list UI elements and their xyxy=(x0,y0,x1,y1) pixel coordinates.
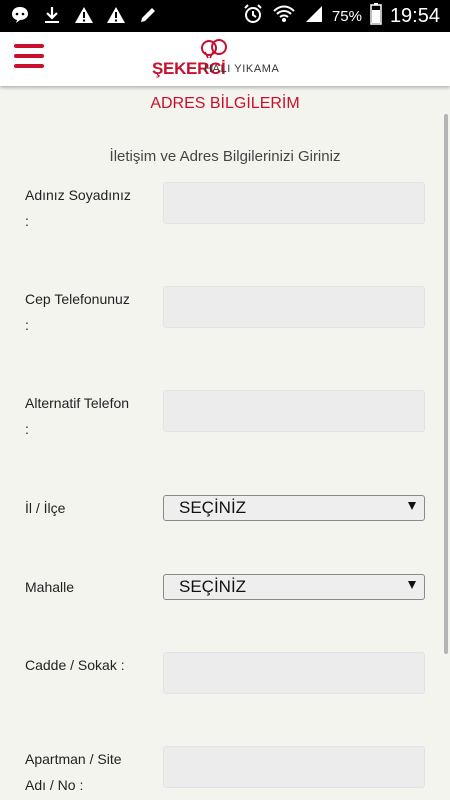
street-label: Cadde / Sokak : xyxy=(25,657,125,673)
download-icon xyxy=(42,5,62,25)
alt-phone-label-line2: : xyxy=(25,421,29,437)
page-title: ADRES BİLGİLERİM xyxy=(150,95,300,112)
brand-logo[interactable]: ŞEKERCİ HALI YIKAMA xyxy=(152,38,302,80)
status-bar: 75% 19:54 xyxy=(0,0,450,32)
apartment-input[interactable] xyxy=(163,746,425,788)
scrollbar[interactable] xyxy=(444,114,448,654)
apartment-label-line2: Adı / No : xyxy=(25,777,84,793)
warning-icon xyxy=(74,5,94,25)
street-input[interactable] xyxy=(163,652,425,694)
phone-label: Cep Telefonunuz : xyxy=(25,286,155,338)
name-input[interactable] xyxy=(163,182,425,224)
notification-icons xyxy=(10,5,158,25)
district-select-value: SEÇİNİZ xyxy=(179,577,247,596)
system-icons: 75% 19:54 xyxy=(242,3,440,30)
alt-phone-label-line1: Alternatif Telefon xyxy=(25,395,130,411)
city-label: İl / İlçe xyxy=(25,500,66,516)
clock: 19:54 xyxy=(389,5,440,27)
edit-icon xyxy=(138,5,158,25)
logo-mark-icon xyxy=(201,39,227,59)
alt-phone-input[interactable] xyxy=(163,390,425,432)
dropdown-arrow-icon xyxy=(408,502,416,510)
apartment-label-line1: Apartman / Site xyxy=(25,751,122,767)
name-label-line1: Adınız Soyadınız xyxy=(25,187,131,203)
page-subtitle: İletişim ve Adres Bilgilerinizi Giriniz xyxy=(109,148,341,165)
battery-icon xyxy=(370,3,382,30)
hamburger-menu-icon[interactable] xyxy=(14,44,44,72)
alt-phone-label: Alternatif Telefon : xyxy=(25,390,155,442)
app-header: ŞEKERCİ HALI YIKAMA xyxy=(0,32,450,86)
logo-tagline: HALI YIKAMA xyxy=(204,63,280,75)
district-label: Mahalle xyxy=(25,579,75,595)
phone-label-line2: : xyxy=(25,317,29,333)
wifi-icon xyxy=(272,3,296,30)
address-form-page: ADRES BİLGİLERİM İletişim ve Adres Bilgi… xyxy=(0,86,450,800)
city-select[interactable]: SEÇİNİZ xyxy=(163,495,425,521)
phone-input[interactable] xyxy=(163,286,425,328)
district-select[interactable]: SEÇİNİZ xyxy=(163,574,425,600)
signal-icon xyxy=(304,4,324,29)
name-label-line2: : xyxy=(25,213,29,229)
apartment-label: Apartman / Site Adı / No : xyxy=(25,746,155,798)
alarm-icon xyxy=(242,3,264,30)
city-select-value: SEÇİNİZ xyxy=(179,498,247,517)
chat-bubble-icon xyxy=(10,5,30,25)
battery-percentage: 75% xyxy=(331,8,362,25)
name-label: Adınız Soyadınız : xyxy=(25,182,155,234)
dropdown-arrow-icon xyxy=(408,581,416,589)
phone-label-line1: Cep Telefonunuz xyxy=(25,291,130,307)
warning-icon xyxy=(106,5,126,25)
